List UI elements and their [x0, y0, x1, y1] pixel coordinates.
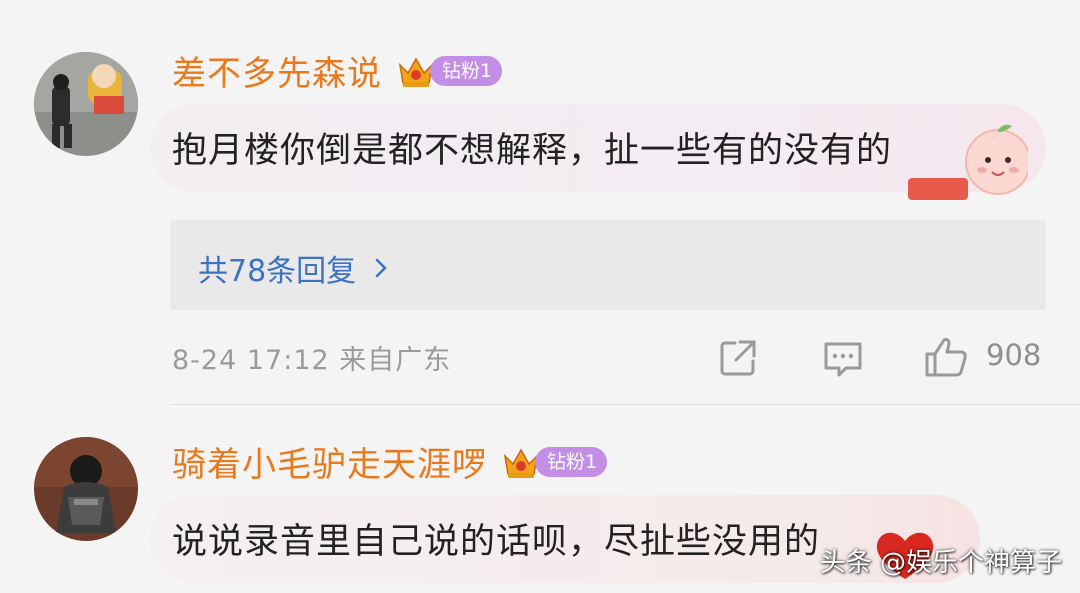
comment-bubble: 抱月楼你倒是都不想解释，扯一些有的没有的: [150, 104, 1046, 200]
replies-box[interactable]: 共78条回复: [170, 220, 1046, 310]
comment-text: 抱月楼你倒是都不想解释，扯一些有的没有的: [172, 131, 893, 171]
fan-badge[interactable]: 钻粉1: [501, 442, 608, 482]
comment-meta: 8-24 17:12 来自广东: [172, 345, 452, 376]
chevron-right-icon: [375, 258, 387, 278]
share-icon[interactable]: [718, 338, 758, 378]
like-icon[interactable]: [924, 336, 968, 378]
comment-item: 差不多先森说 钻粉1 抱月楼你倒是都不想解释，扯一些有的没有的 共78条回复 8…: [0, 0, 1080, 405]
view-replies-link[interactable]: 共78条回复: [198, 246, 388, 290]
username-row: 差不多先森说 钻粉1: [172, 46, 503, 95]
username[interactable]: 骑着小毛驴走天涯啰: [172, 437, 487, 486]
comment-text: 说说录音里自己说的话呗，尽扯些没用的: [172, 522, 821, 562]
avatar[interactable]: [34, 437, 138, 541]
username-row: 骑着小毛驴走天涯啰 钻粉1: [172, 437, 608, 486]
like-count: 908: [986, 338, 1042, 372]
peach-sticker-icon: [908, 124, 1028, 200]
comment-icon[interactable]: [822, 340, 864, 378]
fan-badge[interactable]: 钻粉1: [396, 51, 503, 91]
badge-label: 钻粉1: [430, 55, 503, 86]
badge-label: 钻粉1: [535, 446, 608, 477]
username[interactable]: 差不多先森说: [172, 46, 382, 95]
replies-link-label: 共78条回复: [198, 254, 357, 289]
avatar[interactable]: [34, 52, 138, 156]
watermark: 头条 @娱乐个神算子: [819, 548, 1062, 578]
